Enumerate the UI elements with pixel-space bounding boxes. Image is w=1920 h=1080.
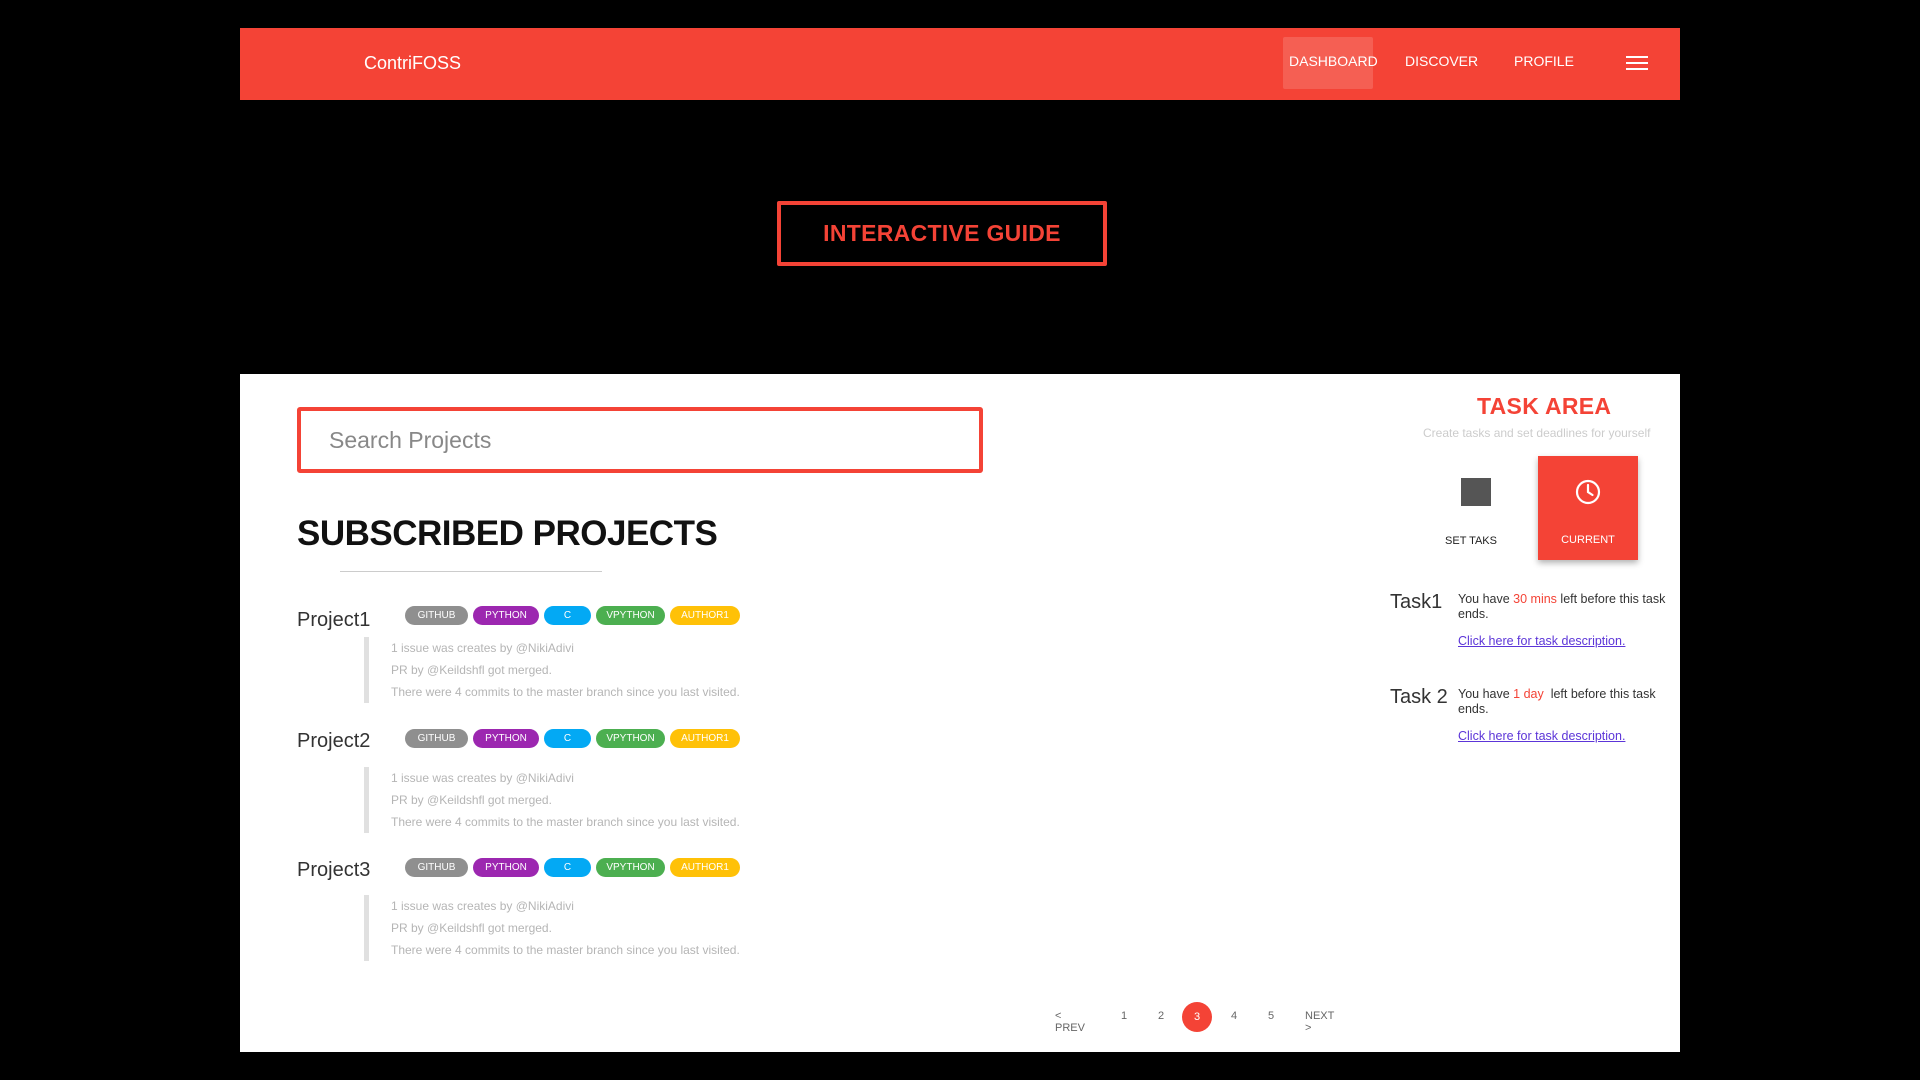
task-name: Task 2 bbox=[1390, 686, 1448, 708]
pagination-prev[interactable]: < PREV bbox=[1055, 1010, 1085, 1034]
hamburger-menu-icon[interactable] bbox=[1626, 56, 1648, 72]
project-activity: 1 issue was creates by @NikiAdivi PR by @… bbox=[364, 637, 764, 703]
square-icon bbox=[1461, 478, 1491, 506]
tag-github[interactable]: GITHUB bbox=[405, 858, 468, 877]
project-activity: 1 issue was creates by @NikiAdivi PR by @… bbox=[364, 895, 764, 961]
project-tags: GITHUB PYTHON C VPYTHON AUTHOR1 bbox=[405, 858, 740, 877]
tag-python[interactable]: PYTHON bbox=[473, 606, 539, 625]
tag-python[interactable]: PYTHON bbox=[473, 858, 539, 877]
task-deadline-text: You have 30 mins left before this task e… bbox=[1458, 592, 1668, 622]
activity-item: There were 4 commits to the master branc… bbox=[391, 685, 740, 699]
title-divider bbox=[340, 571, 602, 572]
tag-python[interactable]: PYTHON bbox=[473, 729, 539, 748]
project-tags: GITHUB PYTHON C VPYTHON AUTHOR1 bbox=[405, 606, 740, 625]
search-box bbox=[297, 407, 983, 473]
page-2[interactable]: 2 bbox=[1158, 1010, 1164, 1022]
nav-dashboard[interactable]: DASHBOARD bbox=[1289, 53, 1378, 69]
activity-item: 1 issue was creates by @NikiAdivi bbox=[391, 771, 574, 785]
page-4[interactable]: 4 bbox=[1231, 1010, 1237, 1022]
activity-item: PR by @Keildshfl got merged. bbox=[391, 793, 552, 807]
tag-c[interactable]: C bbox=[544, 606, 591, 625]
tag-vpython[interactable]: VPYTHON bbox=[596, 858, 665, 877]
set-task-button[interactable]: SET TAKS bbox=[1431, 466, 1511, 547]
tag-author1[interactable]: AUTHOR1 bbox=[670, 729, 740, 748]
activity-item: 1 issue was creates by @NikiAdivi bbox=[391, 641, 574, 655]
interactive-guide-button[interactable]: INTERACTIVE GUIDE bbox=[777, 201, 1107, 266]
task-name: Task1 bbox=[1390, 591, 1443, 613]
nav-profile[interactable]: PROFILE bbox=[1514, 53, 1574, 69]
activity-item: There were 4 commits to the master branc… bbox=[391, 815, 740, 829]
tag-github[interactable]: GITHUB bbox=[405, 729, 468, 748]
task-deadline-text: You have 1 day left before this task end… bbox=[1458, 687, 1668, 717]
task-area-subtitle: Create tasks and set deadlines for yours… bbox=[1423, 426, 1651, 440]
pagination-next[interactable]: NEXT > bbox=[1305, 1010, 1334, 1034]
set-task-label: SET TAKS bbox=[1445, 535, 1497, 547]
task-area-title: TASK AREA bbox=[1477, 393, 1612, 419]
task-deadline-prefix: You have bbox=[1458, 592, 1514, 606]
tag-author1[interactable]: AUTHOR1 bbox=[670, 606, 740, 625]
current-label: CURRENT bbox=[1561, 534, 1615, 546]
task-time-remaining: 1 day bbox=[1513, 687, 1544, 701]
page-1[interactable]: 1 bbox=[1121, 1010, 1127, 1022]
section-title: SUBSCRIBED PROJECTS bbox=[297, 514, 718, 553]
activity-item: PR by @Keildshfl got merged. bbox=[391, 663, 552, 677]
activity-item: There were 4 commits to the master branc… bbox=[391, 943, 740, 957]
project-name[interactable]: Project1 bbox=[297, 609, 370, 632]
page-3-active[interactable]: 3 bbox=[1182, 1002, 1212, 1032]
task-deadline-prefix: You have bbox=[1458, 687, 1514, 701]
main-panel: SUBSCRIBED PROJECTS Project1 GITHUB PYTHON… bbox=[240, 374, 1680, 1052]
project-name[interactable]: Project3 bbox=[297, 859, 370, 882]
tag-vpython[interactable]: VPYTHON bbox=[596, 606, 665, 625]
activity-item: PR by @Keildshfl got merged. bbox=[391, 921, 552, 935]
task-time-remaining: 30 mins bbox=[1513, 592, 1557, 606]
page-5[interactable]: 5 bbox=[1268, 1010, 1274, 1022]
project-tags: GITHUB PYTHON C VPYTHON AUTHOR1 bbox=[405, 729, 740, 748]
search-input[interactable] bbox=[301, 411, 979, 469]
tag-github[interactable]: GITHUB bbox=[405, 606, 468, 625]
task-description-link[interactable]: Click here for task description. bbox=[1458, 729, 1625, 743]
project-activity: 1 issue was creates by @NikiAdivi PR by @… bbox=[364, 767, 764, 833]
clock-icon bbox=[1575, 479, 1601, 505]
activity-item: 1 issue was creates by @NikiAdivi bbox=[391, 899, 574, 913]
tag-c[interactable]: C bbox=[544, 858, 591, 877]
tag-c[interactable]: C bbox=[544, 729, 591, 748]
project-name[interactable]: Project2 bbox=[297, 730, 370, 753]
task-description-link[interactable]: Click here for task description. bbox=[1458, 634, 1625, 648]
tag-author1[interactable]: AUTHOR1 bbox=[670, 858, 740, 877]
nav-discover[interactable]: DISCOVER bbox=[1405, 53, 1478, 69]
current-tasks-button[interactable]: CURRENT bbox=[1538, 456, 1638, 560]
tag-vpython[interactable]: VPYTHON bbox=[596, 729, 665, 748]
brand-logo[interactable]: ContriFOSS bbox=[364, 53, 461, 74]
navbar: ContriFOSS DASHBOARD DISCOVER PROFILE bbox=[240, 28, 1680, 100]
